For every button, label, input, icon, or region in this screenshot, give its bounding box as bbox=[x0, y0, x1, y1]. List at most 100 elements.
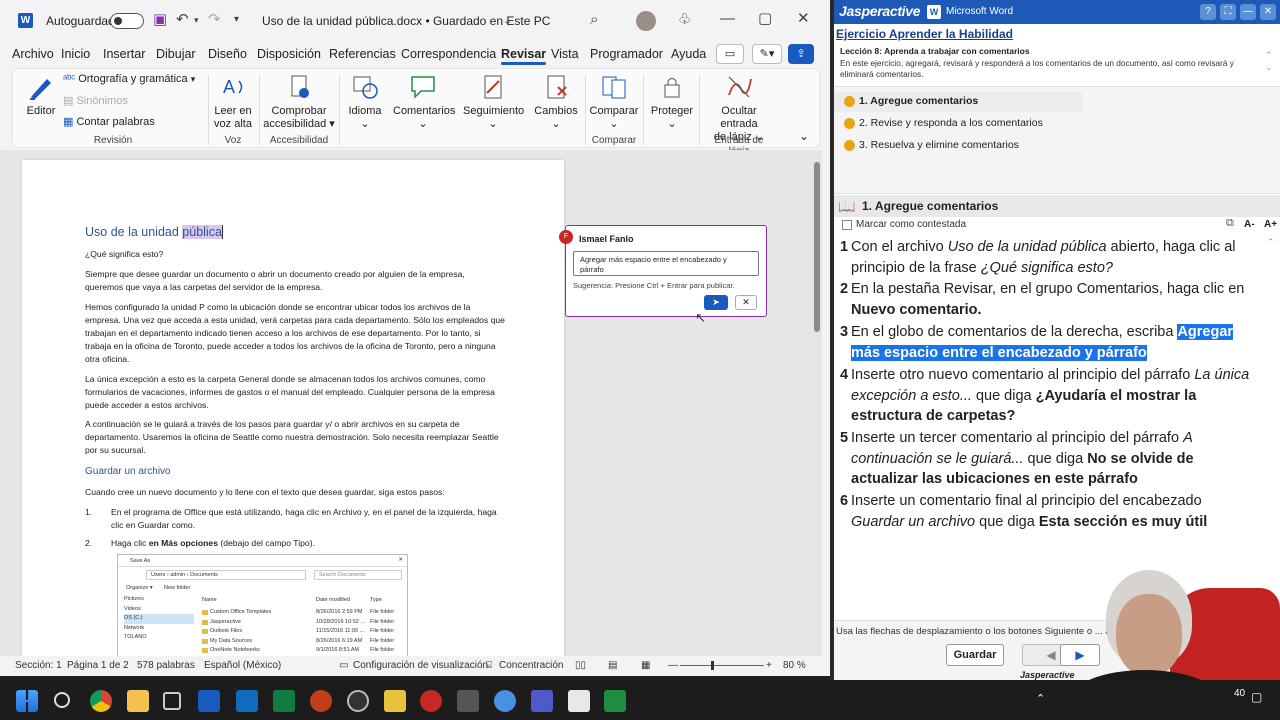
splitter[interactable] bbox=[830, 0, 834, 680]
read-mode-icon[interactable]: ▯▯ bbox=[575, 660, 586, 671]
font-increase-button[interactable]: A+ bbox=[1264, 219, 1277, 230]
menu-tab-vista[interactable]: Vista bbox=[551, 47, 579, 61]
compare-button[interactable]: Comparar ⌄ bbox=[589, 73, 639, 131]
status-language[interactable]: Español (México) bbox=[204, 660, 281, 671]
editing-mode-button[interactable]: ✎▾ bbox=[752, 44, 782, 64]
save-button[interactable]: Guardar bbox=[946, 644, 1004, 666]
copy-icon[interactable]: ⧉ bbox=[1226, 217, 1234, 230]
paragraph-2[interactable]: Hemos configurado la unidad P como la ub… bbox=[85, 301, 505, 366]
powerpoint-icon[interactable] bbox=[310, 690, 332, 712]
tracking-button[interactable]: Seguimiento ⌄ bbox=[463, 73, 524, 131]
document-page[interactable]: Uso de la unidad pública ¿Qué significa … bbox=[22, 160, 564, 656]
list-item-1[interactable]: En el programa de Office que está utiliz… bbox=[111, 506, 506, 532]
post-comment-button[interactable]: ➤ bbox=[704, 295, 728, 310]
search-icon[interactable]: ⌕ bbox=[590, 12, 598, 28]
paragraph-1[interactable]: Siempre que desee guardar un documento o… bbox=[85, 268, 505, 294]
comments-button[interactable]: Comentarios ⌄ bbox=[393, 73, 455, 131]
jasper-app-icon[interactable] bbox=[420, 690, 442, 712]
comment-input[interactable]: Agregar más espacio entre el encabezado … bbox=[573, 251, 759, 276]
clock[interactable]: 40 bbox=[1234, 688, 1245, 699]
word-taskbar-icon[interactable] bbox=[198, 690, 220, 712]
share-button[interactable]: ⇪ bbox=[788, 44, 814, 64]
file-explorer-icon[interactable] bbox=[127, 690, 149, 712]
menu-tab-diseno[interactable]: Diseño bbox=[208, 47, 247, 61]
read-aloud-button[interactable]: A Leer en voz alta bbox=[211, 73, 255, 131]
paragraph-4[interactable]: A continuación se le guiará a través de … bbox=[85, 418, 505, 457]
status-page[interactable]: Página 1 de 2 bbox=[67, 660, 129, 671]
gmail-icon[interactable] bbox=[457, 690, 479, 712]
search-icon[interactable] bbox=[54, 692, 70, 708]
collapse-ribbon-icon[interactable]: ⌄ bbox=[799, 129, 809, 143]
cancel-comment-button[interactable]: ✕ bbox=[735, 295, 757, 310]
obs-icon[interactable] bbox=[347, 690, 369, 712]
menu-tab-ayuda[interactable]: Ayuda bbox=[671, 47, 706, 61]
zoom-slider[interactable] bbox=[680, 661, 764, 670]
fullscreen-icon[interactable]: ⛶ bbox=[1220, 4, 1236, 20]
minimize-icon[interactable]: — bbox=[720, 11, 735, 27]
excel-icon[interactable] bbox=[273, 690, 295, 712]
protect-button[interactable]: Proteger ⌄ bbox=[647, 73, 697, 131]
task-item[interactable]: 3. Resuelva y elimine comentarios bbox=[834, 136, 1082, 156]
document-heading[interactable]: Uso de la unidad pública bbox=[85, 225, 223, 240]
print-layout-icon[interactable]: ▤ bbox=[608, 660, 617, 671]
save-icon[interactable]: ▣ bbox=[153, 12, 167, 28]
title-chevron-down-icon[interactable]: ⌄ bbox=[503, 13, 512, 29]
zoom-level[interactable]: 80 % bbox=[783, 660, 806, 671]
task-item[interactable]: 2. Revise y responda a los comentarios bbox=[834, 114, 1082, 134]
menu-tab-inicio[interactable]: Inicio bbox=[61, 47, 90, 61]
zoom-in-icon[interactable]: + bbox=[766, 660, 772, 671]
synonyms-button[interactable]: ▤ Sinónimos bbox=[63, 94, 128, 107]
vertical-scrollbar[interactable] bbox=[812, 150, 822, 656]
undo-icon[interactable]: ↶ bbox=[176, 12, 189, 28]
menu-tab-correspondencia[interactable]: Correspondencia bbox=[401, 47, 496, 61]
customize-qat-icon[interactable]: ▾ bbox=[234, 12, 239, 28]
mark-answered-checkbox[interactable] bbox=[842, 220, 852, 230]
status-words[interactable]: 578 palabras bbox=[137, 660, 195, 671]
cube-icon[interactable] bbox=[163, 692, 181, 710]
minimize-icon[interactable]: — bbox=[1240, 4, 1256, 20]
close-icon[interactable]: ✕ bbox=[1260, 4, 1276, 20]
notifications-icon[interactable]: ▢ bbox=[1251, 690, 1262, 704]
close-icon[interactable]: ✕ bbox=[797, 11, 810, 27]
display-settings-icon[interactable]: ▭ bbox=[339, 660, 348, 671]
menu-tab-disposicion[interactable]: Disposición bbox=[257, 47, 321, 61]
comments-pane-button[interactable]: ▭ bbox=[716, 44, 744, 64]
paragraph-3[interactable]: La única excepción a esto es la carpeta … bbox=[85, 373, 505, 412]
notes-icon[interactable] bbox=[384, 690, 406, 712]
teams-icon[interactable] bbox=[531, 690, 553, 712]
language-button[interactable]: Idioma ⌄ bbox=[345, 73, 385, 131]
paragraph-5[interactable]: Cuando cree un nuevo documento y lo llen… bbox=[85, 486, 505, 499]
document-icon[interactable] bbox=[568, 690, 590, 712]
outlook-icon[interactable] bbox=[236, 690, 258, 712]
spelling-button[interactable]: ᵃᵇᶜ Ortografía y gramática ▾ bbox=[63, 73, 195, 85]
comment-balloon[interactable]: F Ismael Fanlo Agregar más espacio entre… bbox=[559, 225, 767, 317]
menu-tab-revisar[interactable]: Revisar bbox=[501, 47, 547, 65]
scrollbar-thumb[interactable] bbox=[814, 162, 820, 332]
tray-chevron-up-icon[interactable]: ⌃ bbox=[1036, 692, 1045, 705]
focus-icon[interactable]: ⌸ bbox=[486, 660, 492, 671]
font-decrease-button[interactable]: A- bbox=[1244, 219, 1255, 230]
status-focus[interactable]: Concentración bbox=[499, 660, 563, 671]
redo-icon[interactable]: ↷ bbox=[208, 12, 221, 28]
menu-tab-programador[interactable]: Programador bbox=[590, 47, 663, 61]
menu-tab-dibujar[interactable]: Dibujar bbox=[156, 47, 196, 61]
scroll-up-icon[interactable]: ⌃ bbox=[1265, 50, 1273, 61]
heading-save-file[interactable]: Guardar un archivo bbox=[85, 466, 171, 477]
chrome-icon[interactable] bbox=[90, 690, 112, 712]
help-icon[interactable]: ? bbox=[1200, 4, 1216, 20]
maximize-icon[interactable]: ▢ bbox=[758, 11, 772, 27]
web-layout-icon[interactable]: ▦ bbox=[641, 660, 650, 671]
status-view-settings[interactable]: Configuración de visualización bbox=[353, 660, 488, 671]
wordcount-button[interactable]: ▦ Contar palabras bbox=[63, 115, 155, 128]
task-item[interactable]: 1. Agregue comentarios bbox=[834, 92, 1082, 112]
autosave-toggle[interactable] bbox=[110, 13, 144, 29]
zoom-out-icon[interactable]: — bbox=[668, 660, 678, 671]
menu-tab-archivo[interactable]: Archivo bbox=[12, 47, 54, 61]
scroll-down-icon[interactable]: ⌄ bbox=[1265, 62, 1273, 73]
zoom-slider-thumb[interactable] bbox=[711, 661, 714, 670]
avatar[interactable] bbox=[636, 11, 656, 31]
list-item-2[interactable]: Haga clic en Más opciones (debajo del ca… bbox=[111, 537, 506, 550]
undo-dropdown-icon[interactable]: ▾ bbox=[194, 12, 199, 28]
status-section[interactable]: Sección: 1 bbox=[15, 660, 62, 671]
question-line[interactable]: ¿Qué significa esto? bbox=[85, 248, 505, 261]
